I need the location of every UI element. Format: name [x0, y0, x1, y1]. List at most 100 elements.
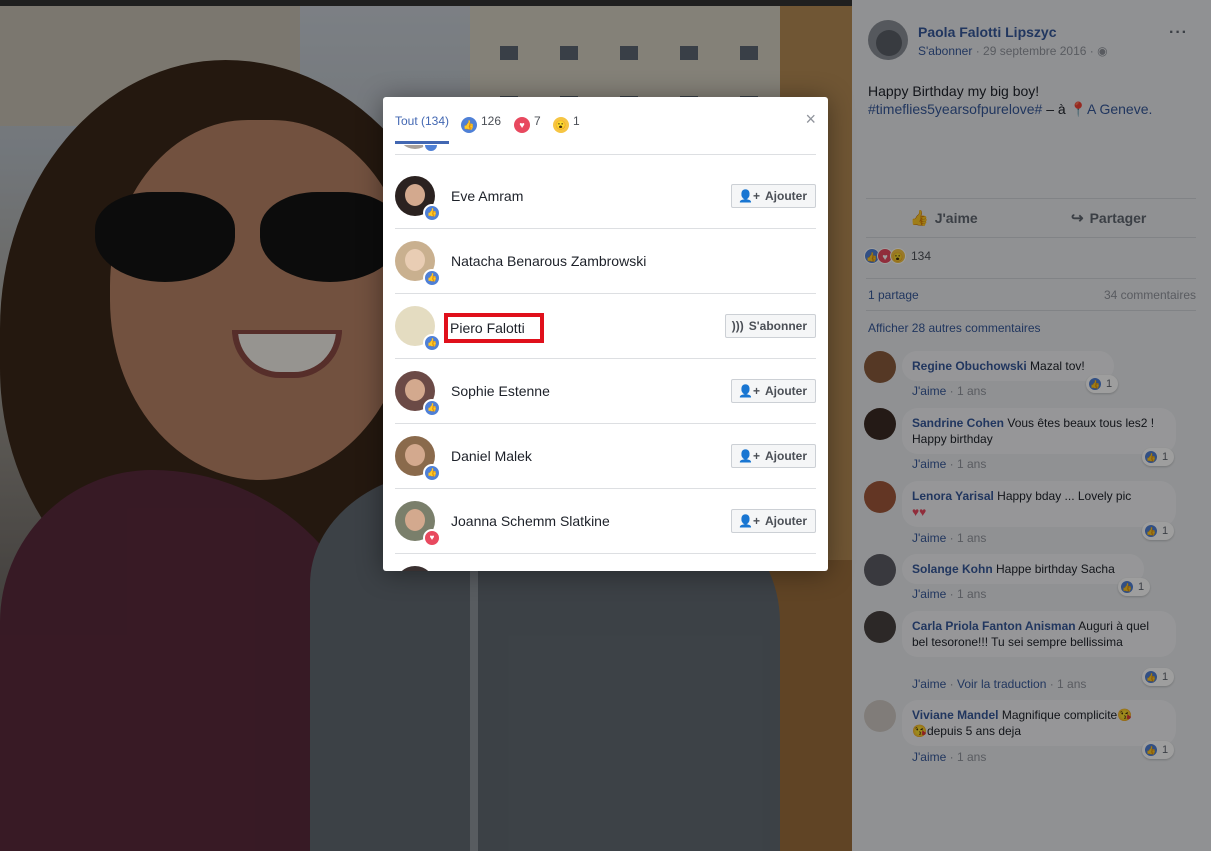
- author-name[interactable]: Paola Falotti Lipszyc: [918, 24, 1056, 40]
- comment-bubble: Viviane Mandel Magnifique complicite😘 😘de…: [902, 700, 1176, 746]
- more-options-icon[interactable]: ···: [1169, 24, 1188, 42]
- like-badge-icon: 👍: [423, 334, 441, 352]
- button-label: Ajouter: [765, 514, 807, 528]
- comment-like-link[interactable]: J'aime: [912, 587, 946, 601]
- post-date[interactable]: 29 septembre 2016: [983, 44, 1086, 58]
- reactions-list[interactable]: 👍 Eve Amram 👤+ Ajouter 👍 Natacha Benarous…: [395, 145, 816, 571]
- wow-icon: 😮: [890, 248, 906, 264]
- comment-meta: J'aime · 1 ans: [912, 531, 987, 545]
- comments-count: 34 commentaires: [1103, 288, 1196, 302]
- like-icon: 👍: [1144, 670, 1158, 685]
- comment-time[interactable]: 1 ans: [957, 587, 986, 601]
- comment-like-count[interactable]: 👍 1: [1142, 522, 1175, 540]
- comment-text-continued: depuis 5 ans deja: [926, 724, 1022, 738]
- tab-like-count: 126: [481, 114, 502, 128]
- list-item: 👍 Natacha Benarous Zambrowski: [395, 229, 816, 294]
- tab-wow-count: 1: [573, 114, 580, 128]
- commenter-name[interactable]: Lenora Yarisal: [912, 489, 994, 503]
- add-friend-button[interactable]: 👤+ Ajouter: [731, 184, 816, 208]
- add-friend-icon: 👤+: [738, 189, 760, 203]
- kiss-emoji-icon: 😘: [1117, 708, 1133, 722]
- comment-text: Mazal tov!: [1030, 359, 1085, 373]
- avatar[interactable]: [395, 566, 435, 571]
- add-friend-icon: 👤+: [738, 449, 760, 463]
- like-label: J'aime: [934, 210, 978, 226]
- commenter-avatar[interactable]: [864, 351, 896, 383]
- commenter-avatar[interactable]: [864, 611, 896, 643]
- comment-like-count[interactable]: 👍 1: [1118, 578, 1151, 596]
- share-button[interactable]: ↪ Partager: [1071, 209, 1146, 227]
- add-friend-button[interactable]: 👤+ Ajouter: [731, 444, 816, 468]
- close-icon[interactable]: ×: [805, 110, 816, 128]
- comment-time[interactable]: 1 ans: [957, 457, 986, 471]
- person-name[interactable]: Sophie Estenne: [451, 383, 550, 399]
- comment-time[interactable]: 1 ans: [957, 750, 986, 764]
- divider: [866, 278, 1196, 279]
- comment-like-count[interactable]: 👍 1: [1086, 375, 1119, 393]
- shares-link[interactable]: 1 partage: [868, 288, 919, 302]
- commenter-name[interactable]: Regine Obuchowski: [912, 359, 1027, 373]
- comment-like-link[interactable]: J'aime: [912, 531, 946, 545]
- tab-all[interactable]: Tout (134): [395, 114, 449, 128]
- comment-time[interactable]: 1 ans: [957, 384, 986, 398]
- kiss-emoji-icon: 😘: [912, 724, 927, 738]
- wow-icon: 😮: [553, 117, 569, 133]
- commenter-avatar[interactable]: [864, 408, 896, 440]
- comment-like-count[interactable]: 👍 1: [1142, 448, 1175, 466]
- post-action-bar: 👍 J'aime ↪ Partager: [866, 198, 1196, 238]
- person-name-highlighted[interactable]: Piero Falotti: [444, 313, 544, 343]
- follow-button[interactable]: ))) S'abonner: [724, 314, 816, 338]
- like-count: 1: [1162, 671, 1169, 683]
- comment-time[interactable]: 1 ans: [1057, 677, 1086, 691]
- post-meta: S'abonner · 29 septembre 2016 · ◉: [918, 44, 1108, 58]
- top-bar: [0, 0, 852, 6]
- view-more-comments-link[interactable]: Afficher 28 autres commentaires: [868, 321, 1041, 335]
- like-button[interactable]: 👍 J'aime: [910, 209, 978, 227]
- comment-time[interactable]: 1 ans: [957, 531, 986, 545]
- commenter-name[interactable]: Sandrine Cohen: [912, 416, 1004, 430]
- add-friend-button[interactable]: 👤+ Ajouter: [731, 379, 816, 403]
- list-item: 👍 Eve Amram 👤+ Ajouter: [395, 164, 816, 229]
- list-item: 👍 Daniel Malek 👤+ Ajouter: [395, 424, 816, 489]
- commenter-avatar[interactable]: [864, 481, 896, 513]
- comment-like-link[interactable]: J'aime: [912, 457, 946, 471]
- like-icon: 👍: [461, 117, 477, 133]
- author-avatar[interactable]: [868, 20, 908, 60]
- comment-like-count[interactable]: 👍 1: [1142, 668, 1175, 686]
- add-friend-icon: 👤+: [738, 384, 760, 398]
- comment-like-count[interactable]: 👍 1: [1142, 741, 1175, 759]
- hashtag-link[interactable]: #timeflies5yearsofpurelove#: [868, 101, 1042, 117]
- like-icon: 👍: [1120, 580, 1134, 595]
- commenter-avatar[interactable]: [864, 554, 896, 586]
- location-pin-icon: 📍: [1069, 101, 1088, 117]
- comment-like-link[interactable]: J'aime: [912, 677, 946, 691]
- commenter-name[interactable]: Viviane Mandel: [912, 708, 998, 722]
- thumbs-up-icon: 👍: [910, 210, 929, 227]
- post-text: Happy Birthday my big boy!: [868, 83, 1040, 99]
- reactions-dialog: Tout (134) 👍 126 ♥ 7 😮 1 × 👍 Eve Amram 👤+ Aj…: [383, 97, 828, 571]
- active-tab-indicator: [395, 141, 449, 144]
- place-link[interactable]: A Geneve.: [1087, 101, 1152, 117]
- share-label: Partager: [1089, 210, 1147, 226]
- tab-like[interactable]: 👍 126: [461, 114, 501, 133]
- comment-bubble: Regine Obuchowski Mazal tov!: [902, 351, 1114, 381]
- translate-link[interactable]: Voir la traduction: [957, 677, 1046, 691]
- person-name[interactable]: Natacha Benarous Zambrowski: [451, 253, 646, 269]
- commenter-name[interactable]: Solange Kohn: [912, 562, 993, 576]
- person-name[interactable]: Daniel Malek: [451, 448, 532, 464]
- tab-love[interactable]: ♥ 7: [514, 114, 541, 133]
- person-name[interactable]: Joanna Schemm Slatkine: [451, 513, 610, 529]
- follow-link[interactable]: S'abonner: [918, 44, 972, 58]
- comment-meta: J'aime · 1 ans: [912, 384, 987, 398]
- comment-like-link[interactable]: J'aime: [912, 750, 946, 764]
- commenter-name[interactable]: Carla Priola Fanton Anisman: [912, 619, 1076, 633]
- reactions-summary[interactable]: 👍 ♥ 😮 134: [864, 248, 931, 268]
- divider: [866, 310, 1196, 311]
- person-name[interactable]: Eve Amram: [451, 188, 523, 204]
- like-badge-icon: 👍: [423, 464, 441, 482]
- add-friend-button[interactable]: 👤+ Ajouter: [731, 509, 816, 533]
- comment-bubble: Sandrine Cohen Vous êtes beaux tous les2…: [902, 408, 1176, 454]
- tab-wow[interactable]: 😮 1: [553, 114, 580, 133]
- comment-like-link[interactable]: J'aime: [912, 384, 946, 398]
- commenter-avatar[interactable]: [864, 700, 896, 732]
